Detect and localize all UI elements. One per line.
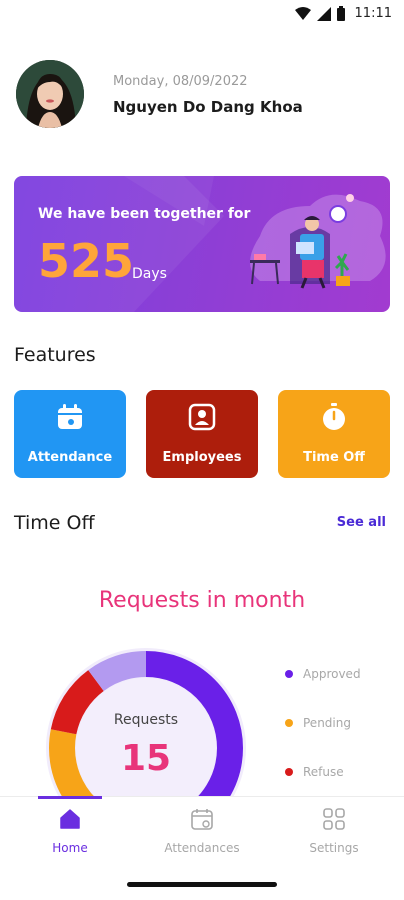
employees-card[interactable]: Employees xyxy=(146,390,258,478)
greeting-date: Monday, 08/09/2022 xyxy=(113,74,248,89)
nav-label-attendances: Attendances xyxy=(164,841,240,855)
user-name: Nguyen Do Dang Khoa xyxy=(113,98,303,116)
id-badge-icon xyxy=(188,403,216,431)
banner-title: We have been together for xyxy=(38,206,251,222)
legend-item-refuse: Refuse xyxy=(285,761,361,783)
nav-item-home[interactable]: Home xyxy=(3,797,137,869)
legend-dot-approved xyxy=(285,670,293,678)
legend-label-pending: Pending xyxy=(303,716,351,730)
avatar-photo xyxy=(16,60,84,128)
legend-item-pending: Pending xyxy=(285,712,361,734)
see-all-link[interactable]: See all xyxy=(337,515,386,530)
nav-item-settings[interactable]: Settings xyxy=(267,797,401,869)
attendance-card[interactable]: Attendance xyxy=(14,390,126,478)
time-off-title: Time Off xyxy=(14,512,95,534)
status-time: 11:11 xyxy=(354,6,392,21)
time-off-label: Time Off xyxy=(303,450,365,465)
employees-label: Employees xyxy=(162,450,242,465)
status-bar: 11:11 xyxy=(0,0,404,30)
gesture-home-bar[interactable] xyxy=(127,882,277,887)
legend-label-refuse: Refuse xyxy=(303,765,344,779)
wifi-icon xyxy=(294,6,311,20)
calendar-icon xyxy=(58,404,82,429)
banner-days-label: Days xyxy=(132,266,167,282)
attendance-label: Attendance xyxy=(27,450,113,465)
avatar[interactable] xyxy=(16,60,84,128)
legend-dot-pending xyxy=(285,719,293,727)
legend-item-approved: Approved xyxy=(285,663,361,685)
legend-dot-refuse xyxy=(285,768,293,776)
donut-center-value: 15 xyxy=(120,738,172,779)
together-banner: We have been together for 525 Days xyxy=(14,176,390,312)
banner-days-count: 525 xyxy=(38,234,135,288)
battery-icon xyxy=(336,6,345,21)
features-title: Features xyxy=(14,344,96,366)
profile-header: Monday, 08/09/2022 Nguyen Do Dang Khoa xyxy=(16,60,388,130)
nav-label-home: Home xyxy=(52,841,88,855)
chart-legend: Approved Pending Refuse xyxy=(285,663,361,810)
signal-icon xyxy=(316,6,331,21)
legend-label-approved: Approved xyxy=(303,667,361,681)
working-person-illustration xyxy=(250,194,386,289)
donut-center-label: Requests xyxy=(113,712,179,728)
home-icon xyxy=(60,809,80,829)
calendar-check-icon xyxy=(191,809,213,830)
grid-icon xyxy=(323,808,345,830)
stopwatch-icon xyxy=(323,403,345,430)
nav-label-settings: Settings xyxy=(309,841,359,855)
status-icons: 11:11 xyxy=(294,6,392,21)
nav-item-attendances[interactable]: Attendances xyxy=(135,797,269,869)
requests-chart-title: Requests in month xyxy=(98,588,306,613)
time-off-card[interactable]: Time Off xyxy=(278,390,390,478)
